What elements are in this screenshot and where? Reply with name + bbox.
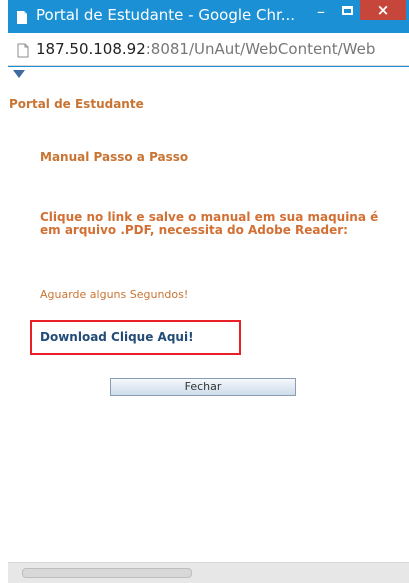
download-instruction: Clique no link e salve o manual em sua m…: [40, 210, 379, 237]
maximize-button[interactable]: [336, 0, 358, 20]
title-bar[interactable]: Portal de Estudante - Google Chr... – ×: [8, 0, 409, 33]
minimize-button[interactable]: –: [310, 1, 332, 21]
page-content: Portal de Estudante Manual Passo a Passo…: [8, 67, 409, 562]
page-icon: [17, 11, 27, 24]
url-field[interactable]: 187.50.108.92:8081/UnAut/WebContent/Web: [36, 40, 406, 58]
url-host: 187.50.108.92: [36, 40, 146, 58]
url-path: :8081/UnAut/WebContent/Web: [145, 40, 376, 58]
portal-title: Portal de Estudante: [9, 97, 144, 111]
horizontal-scrollbar[interactable]: [8, 562, 409, 583]
chevron-down-icon[interactable]: [13, 70, 25, 78]
download-highlight: Download Clique Aqui!: [30, 320, 241, 355]
address-bar[interactable]: 187.50.108.92:8081/UnAut/WebContent/Web: [8, 33, 409, 66]
download-link[interactable]: Download Clique Aqui!: [40, 330, 194, 344]
document-icon: [17, 43, 29, 58]
close-button[interactable]: ×: [360, 0, 406, 20]
close-window-button-label: Fechar: [184, 380, 222, 393]
browser-popup-window: Portal de Estudante - Google Chr... – × …: [8, 0, 409, 583]
scrollbar-thumb[interactable]: [22, 568, 192, 578]
manual-title: Manual Passo a Passo: [40, 150, 189, 164]
close-window-button[interactable]: Fechar: [110, 378, 296, 396]
window-title: Portal de Estudante - Google Chr...: [36, 6, 296, 24]
minimize-icon: –: [317, 1, 325, 21]
close-icon: ×: [376, 1, 390, 19]
maximize-icon: [341, 5, 353, 15]
wait-message: Aguarde alguns Segundos!: [40, 288, 189, 301]
